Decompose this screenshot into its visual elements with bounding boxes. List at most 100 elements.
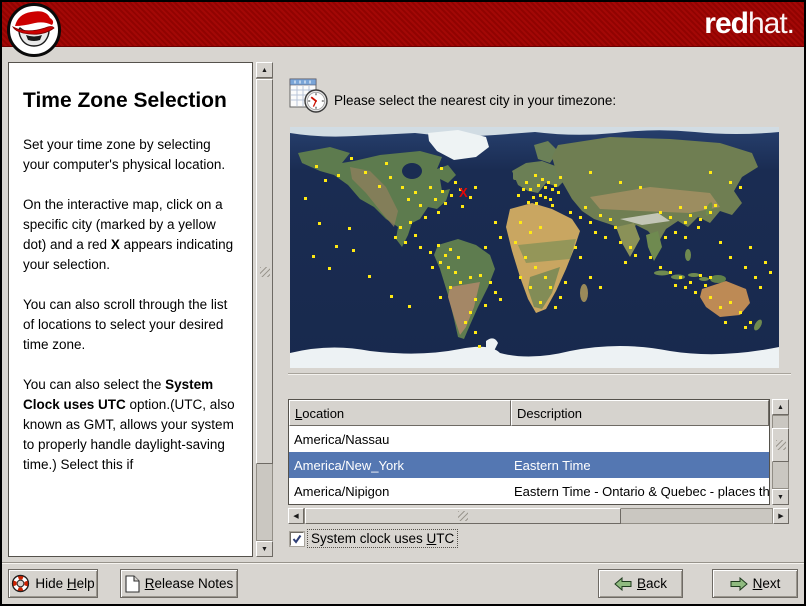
city-dot[interactable]	[484, 246, 487, 249]
city-dot[interactable]	[729, 181, 732, 184]
city-dot[interactable]	[674, 284, 677, 287]
city-dot[interactable]	[529, 286, 532, 289]
city-dot[interactable]	[474, 186, 477, 189]
world-map[interactable]: X	[290, 127, 779, 368]
city-dot[interactable]	[624, 261, 627, 264]
city-dot[interactable]	[764, 261, 767, 264]
city-dot[interactable]	[444, 202, 447, 205]
city-dot[interactable]	[414, 234, 417, 237]
city-dot[interactable]	[609, 218, 612, 221]
city-dot[interactable]	[659, 266, 662, 269]
city-dot[interactable]	[541, 178, 544, 181]
city-dot[interactable]	[739, 311, 742, 314]
city-dot[interactable]	[574, 246, 577, 249]
city-dot[interactable]	[539, 226, 542, 229]
city-dot[interactable]	[529, 231, 532, 234]
city-dot[interactable]	[544, 196, 547, 199]
city-dot[interactable]	[439, 261, 442, 264]
city-dot[interactable]	[709, 296, 712, 299]
city-dot[interactable]	[469, 311, 472, 314]
city-dot[interactable]	[569, 211, 572, 214]
city-dot[interactable]	[399, 226, 402, 229]
city-dot[interactable]	[364, 171, 367, 174]
table-vertical-scrollbar[interactable]: ▲ ▼	[772, 399, 789, 505]
city-dot[interactable]	[429, 186, 432, 189]
city-dot[interactable]	[579, 216, 582, 219]
city-dot[interactable]	[454, 271, 457, 274]
city-dot[interactable]	[474, 298, 477, 301]
city-dot[interactable]	[559, 176, 562, 179]
city-dot[interactable]	[312, 255, 315, 258]
city-dot[interactable]	[719, 241, 722, 244]
city-dot[interactable]	[714, 204, 717, 207]
city-dot[interactable]	[604, 236, 607, 239]
city-dot[interactable]	[431, 266, 434, 269]
city-dot[interactable]	[744, 326, 747, 329]
city-dot[interactable]	[554, 306, 557, 309]
scroll-down-icon[interactable]: ▼	[256, 541, 273, 557]
city-dot[interactable]	[499, 298, 502, 301]
city-dot[interactable]	[389, 176, 392, 179]
city-dot[interactable]	[634, 254, 637, 257]
city-dot[interactable]	[459, 281, 462, 284]
city-dot[interactable]	[724, 321, 727, 324]
city-dot[interactable]	[457, 256, 460, 259]
city-dot[interactable]	[699, 274, 702, 277]
city-dot[interactable]	[464, 321, 467, 324]
release-notes-button[interactable]: Release Notes	[120, 569, 238, 598]
city-dot[interactable]	[527, 201, 530, 204]
city-dot[interactable]	[434, 198, 437, 201]
city-dot[interactable]	[594, 231, 597, 234]
city-dot[interactable]	[474, 331, 477, 334]
scroll-down-icon[interactable]: ▼	[772, 489, 789, 505]
utc-checkbox-label[interactable]: System clock uses UTC	[307, 529, 459, 548]
city-dot[interactable]	[684, 221, 687, 224]
scroll-up-icon[interactable]: ▲	[772, 399, 789, 415]
city-dot[interactable]	[669, 216, 672, 219]
city-dot[interactable]	[394, 236, 397, 239]
city-dot[interactable]	[318, 222, 321, 225]
city-dot[interactable]	[749, 321, 752, 324]
city-dot[interactable]	[539, 301, 542, 304]
city-dot[interactable]	[639, 186, 642, 189]
city-dot[interactable]	[589, 171, 592, 174]
scroll-up-icon[interactable]: ▲	[256, 62, 273, 78]
city-dot[interactable]	[599, 286, 602, 289]
city-dot[interactable]	[350, 157, 353, 160]
city-dot[interactable]	[549, 286, 552, 289]
city-dot[interactable]	[699, 218, 702, 221]
city-dot[interactable]	[522, 188, 525, 191]
city-dot[interactable]	[749, 246, 752, 249]
city-dot[interactable]	[348, 227, 351, 230]
city-dot[interactable]	[679, 206, 682, 209]
city-dot[interactable]	[489, 281, 492, 284]
city-dot[interactable]	[694, 291, 697, 294]
table-hscrollbar-track[interactable]	[304, 508, 773, 524]
city-dot[interactable]	[664, 236, 667, 239]
city-dot[interactable]	[754, 276, 757, 279]
table-vscrollbar-thumb[interactable]	[772, 428, 789, 462]
column-header-location[interactable]: Location	[289, 400, 511, 426]
city-dot[interactable]	[449, 248, 452, 251]
help-scrollbar[interactable]: ▲ ▼	[256, 62, 273, 557]
scroll-right-icon[interactable]: ▶	[773, 508, 789, 524]
city-dot[interactable]	[324, 179, 327, 182]
city-dot[interactable]	[404, 241, 407, 244]
city-dot[interactable]	[589, 276, 592, 279]
city-dot[interactable]	[519, 276, 522, 279]
city-dot[interactable]	[547, 181, 550, 184]
city-dot[interactable]	[352, 249, 355, 252]
city-dot[interactable]	[739, 186, 742, 189]
city-dot[interactable]	[684, 236, 687, 239]
city-dot[interactable]	[551, 204, 554, 207]
city-dot[interactable]	[337, 174, 340, 177]
city-dot[interactable]	[385, 162, 388, 165]
city-dot[interactable]	[534, 266, 537, 269]
city-dot[interactable]	[649, 256, 652, 259]
city-dot[interactable]	[494, 221, 497, 224]
city-dot[interactable]	[439, 296, 442, 299]
city-dot[interactable]	[709, 211, 712, 214]
city-dot[interactable]	[564, 281, 567, 284]
city-dot[interactable]	[429, 251, 432, 254]
city-dot[interactable]	[419, 246, 422, 249]
